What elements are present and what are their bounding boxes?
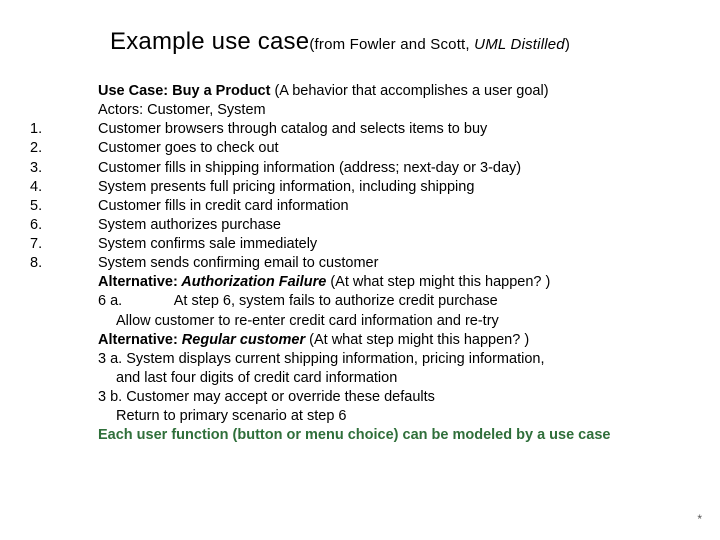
alt2-3a: 3 a. System displays current shipping in… [98,350,700,369]
blank-num [30,369,98,388]
step-number: 5. [30,197,98,216]
blank-num [30,407,98,426]
alt-label: Alternative: [98,332,178,348]
alt-question: (At what step might this happen? ) [305,332,529,348]
slide-title: Example use case(from Fowler and Scott, … [110,28,570,56]
slide: Example use case(from Fowler and Scott, … [0,0,720,540]
step-row: 7. System confirms sale immediately [30,235,700,254]
step-text: Customer fills in credit card informatio… [98,197,700,216]
step-text: System presents full pricing information… [98,178,700,197]
step-number: 2. [30,139,98,158]
alt2-return-row: Return to primary scenario at step 6 [30,407,700,426]
alt2-3a-row: 3 a. System displays current shipping in… [30,350,700,369]
step-number: 6. [30,216,98,235]
step-row: 2. Customer goes to check out [30,139,700,158]
alt1-6a: 6 a. At step 6, system fails to authoriz… [98,292,700,311]
blank-num [30,350,98,369]
step-number: 8. [30,254,98,273]
title-book: UML Distilled [474,36,565,53]
alt2-return: Return to primary scenario at step 6 [98,407,700,426]
alt1-header: Alternative: Authorization Failure (At w… [98,273,700,292]
step-number: 1. [30,120,98,139]
alt2-header-row: Alternative: Regular customer (At what s… [30,331,700,350]
blank-num [30,292,98,311]
step-number: 3. [30,159,98,178]
step-text: System confirms sale immediately [98,235,700,254]
step-number: 4. [30,178,98,197]
alt1-6a-text: At step 6, system fails to authorize cre… [174,293,498,309]
use-case-label: Use Case: Buy a Product [98,83,270,99]
alt1-header-row: Alternative: Authorization Failure (At w… [30,273,700,292]
alt2-3a-cont: and last four digits of credit card info… [98,369,700,388]
alt-question: (At what step might this happen? ) [330,274,550,290]
title-main: Example use case [110,28,309,55]
blank-num [30,312,98,331]
use-case-desc: (A behavior that accomplishes a user goa… [270,83,548,99]
step-row: 8. System sends confirming email to cust… [30,254,700,273]
step-text: System sends confirming email to custome… [98,254,700,273]
alt-name: Regular customer [178,332,305,348]
footer-line: Each user function (button or menu choic… [98,426,700,445]
step-row: 1. Customer browsers through catalog and… [30,120,700,139]
step-row: 6. System authorizes purchase [30,216,700,235]
blank-num [30,426,98,445]
step-row: 4. System presents full pricing informat… [30,178,700,197]
blank-num [30,82,98,101]
step-number: 7. [30,235,98,254]
alt2-header: Alternative: Regular customer (At what s… [98,331,700,350]
step-text: System authorizes purchase [98,216,700,235]
step-row: 3. Customer fills in shipping informatio… [30,159,700,178]
alt1-6a-pre: 6 a. [98,293,174,309]
slide-body: Use Case: Buy a Product (A behavior that… [30,82,700,445]
use-case-header-row: Use Case: Buy a Product (A behavior that… [30,82,700,101]
blank-num [30,331,98,350]
title-sub-prefix: (from Fowler and Scott, [309,36,474,53]
alt2-3a-cont-row: and last four digits of credit card info… [30,369,700,388]
step-row: 5. Customer fills in credit card informa… [30,197,700,216]
footer-row: Each user function (button or menu choic… [30,426,700,445]
alt2-3b: 3 b. Customer may accept or override the… [98,388,700,407]
footer-star: * [697,512,702,526]
actors-row: Actors: Customer, System [30,101,700,120]
step-text: Customer goes to check out [98,139,700,158]
blank-num [30,388,98,407]
blank-num [30,273,98,292]
alt1-6a-row: 6 a. At step 6, system fails to authoriz… [30,292,700,311]
title-sub-suffix: ) [565,36,570,53]
alt1-allow: Allow customer to re-enter credit card i… [98,312,700,331]
alt1-allow-row: Allow customer to re-enter credit card i… [30,312,700,331]
use-case-header: Use Case: Buy a Product (A behavior that… [98,82,700,101]
actors-text: Actors: Customer, System [98,101,700,120]
step-text: Customer browsers through catalog and se… [98,120,700,139]
step-text: Customer fills in shipping information (… [98,159,700,178]
blank-num [30,101,98,120]
alt-name: Authorization Failure [178,274,331,290]
alt-label: Alternative: [98,274,178,290]
alt2-3b-row: 3 b. Customer may accept or override the… [30,388,700,407]
